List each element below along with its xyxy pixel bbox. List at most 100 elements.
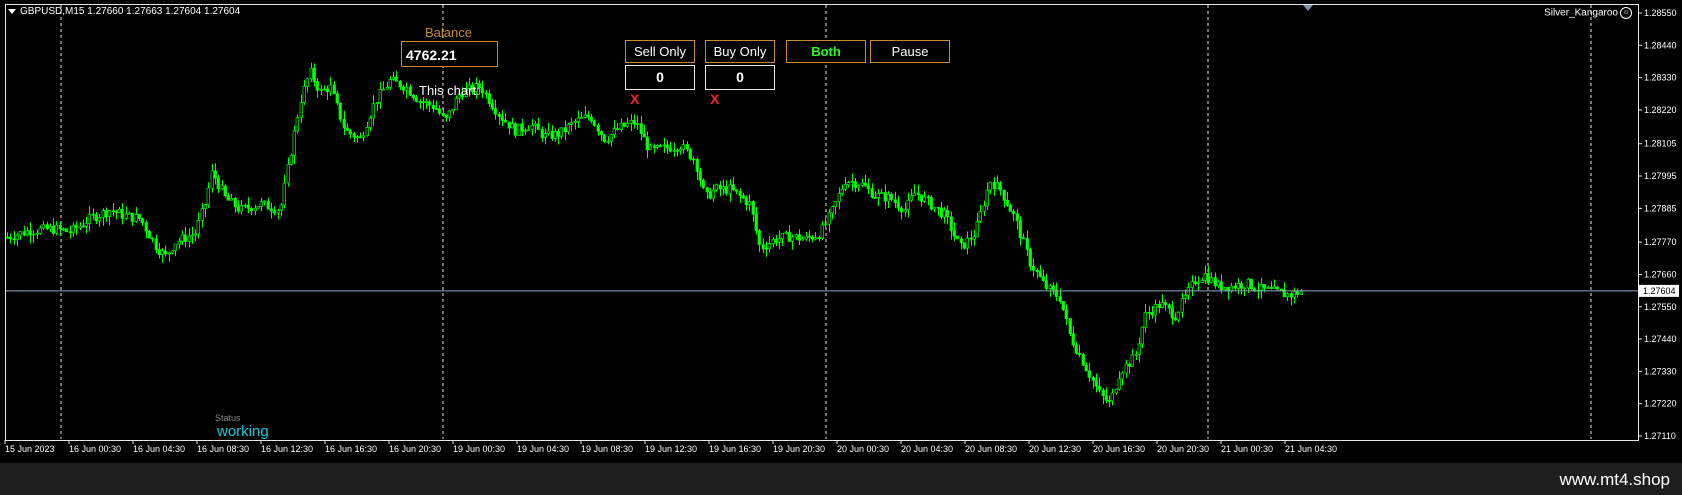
candle-body <box>490 103 494 109</box>
candle-body <box>1292 291 1296 298</box>
candle-body <box>1213 277 1217 287</box>
candle-body <box>150 237 154 240</box>
candle-body <box>144 222 148 232</box>
candle-body <box>1087 370 1091 378</box>
candle-body <box>1084 364 1088 372</box>
price-chart[interactable]: 1.28550 1.28440 1.28330 1.28220 1.28105 1.279… <box>0 0 1682 463</box>
candle-body <box>1173 317 1177 321</box>
time-axis-label: 20 Jun 20:30 <box>1157 444 1209 454</box>
candle-body <box>385 86 389 90</box>
candle-body <box>1051 285 1055 291</box>
candle-body <box>513 123 517 136</box>
close-sell-button[interactable]: X <box>630 91 639 107</box>
candle-body <box>517 123 521 136</box>
candle-body <box>5 236 9 239</box>
candle-body <box>681 144 685 150</box>
candle-body <box>744 197 748 206</box>
candle-body <box>1041 276 1045 281</box>
candle-body <box>820 224 824 240</box>
candle-body <box>579 116 583 119</box>
candle-body <box>259 201 263 207</box>
candle-body <box>1044 280 1048 289</box>
candle-body <box>879 192 883 194</box>
candle-body <box>305 78 309 87</box>
candle-body <box>262 200 266 203</box>
candle-body <box>134 214 138 222</box>
candle-body <box>358 136 362 139</box>
candle-body <box>272 210 276 214</box>
candle-body <box>939 207 943 218</box>
candle-body <box>903 209 907 213</box>
candle-body <box>1071 333 1075 346</box>
candle-body <box>335 93 339 104</box>
candle-body <box>177 240 181 245</box>
candle-body <box>886 194 890 202</box>
candle-body <box>962 242 966 249</box>
candle-body <box>988 181 992 191</box>
candle-body <box>371 103 375 119</box>
candle-body <box>652 145 656 148</box>
candle-body <box>38 227 42 234</box>
both-button[interactable]: Both <box>786 40 866 63</box>
candle-body <box>678 148 682 152</box>
candle-body <box>523 130 527 132</box>
candle-body <box>870 188 874 198</box>
time-axis-label: 20 Jun 16:30 <box>1093 444 1145 454</box>
candle-body <box>451 108 455 112</box>
candle-body <box>922 196 926 202</box>
candle-body <box>25 230 29 236</box>
close-buy-button[interactable]: X <box>710 91 719 107</box>
pause-button[interactable]: Pause <box>870 40 950 63</box>
candle-body <box>698 171 702 181</box>
candle-body <box>447 110 451 118</box>
candle-body <box>510 123 514 129</box>
candle-body <box>206 187 210 205</box>
candle-body <box>1134 354 1138 356</box>
candle-body <box>530 124 534 130</box>
candle-body <box>1137 343 1141 355</box>
candle-body <box>1058 296 1062 302</box>
candle-body <box>1025 238 1029 250</box>
time-axis-label: 19 Jun 08:30 <box>581 444 633 454</box>
dropdown-triangle-icon[interactable] <box>8 8 16 14</box>
sell-count: 0 <box>625 65 695 90</box>
candle-body <box>738 190 742 196</box>
candle-body <box>536 123 540 130</box>
buy-only-button[interactable]: Buy Only <box>705 40 775 63</box>
sell-only-button[interactable]: Sell Only <box>625 40 695 63</box>
candle-body <box>936 206 940 209</box>
candle-body <box>74 224 78 229</box>
candle-body <box>101 210 105 218</box>
candle-body <box>721 186 725 190</box>
candle-body <box>1101 389 1105 396</box>
candle-body <box>61 228 65 231</box>
candle-body <box>563 127 567 133</box>
candle-body <box>550 130 554 139</box>
candle-body <box>1157 303 1161 308</box>
candle-body <box>1249 278 1253 289</box>
shift-marker-icon[interactable] <box>1303 5 1313 11</box>
candle-body <box>107 210 111 217</box>
candle-body <box>1038 271 1042 277</box>
candle-body <box>780 232 784 240</box>
candle-body <box>856 185 860 188</box>
candle-body <box>952 230 956 237</box>
candle-body <box>1011 210 1015 215</box>
candle-body <box>1110 392 1114 402</box>
candle-body <box>124 213 128 219</box>
candle-body <box>431 104 435 109</box>
candle-body <box>784 231 788 234</box>
balance-label: Balance <box>425 25 472 40</box>
time-axis-label: 20 Jun 00:30 <box>837 444 889 454</box>
candle-body <box>51 226 55 234</box>
candle-body <box>269 208 273 212</box>
candle-body <box>764 248 768 250</box>
candle-body <box>289 155 293 165</box>
candle-body <box>932 206 936 210</box>
candle-body <box>1028 248 1032 267</box>
chart-area[interactable]: 1.28550 1.28440 1.28330 1.28220 1.28105 1.279… <box>0 0 1682 463</box>
candle-body <box>1127 363 1131 367</box>
candle-body <box>249 207 253 212</box>
ea-name-text: Silver_Kangaroo <box>1544 7 1618 19</box>
candle-body <box>266 200 270 210</box>
